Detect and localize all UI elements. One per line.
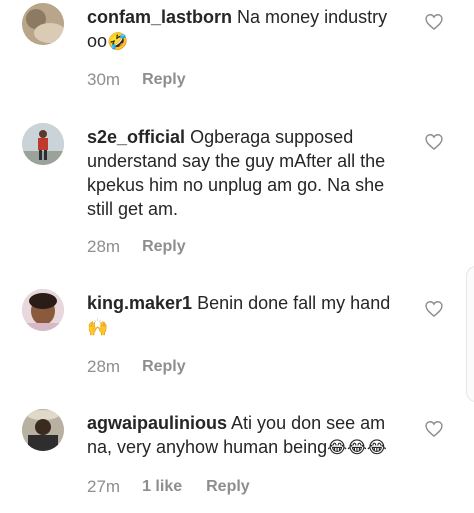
comment-username[interactable]: agwaipaulinious bbox=[87, 413, 227, 433]
comment-emoji: 😂😂😂 bbox=[327, 438, 387, 458]
comment-username[interactable]: s2e_official bbox=[87, 127, 185, 147]
comment-username[interactable]: confam_lastborn bbox=[87, 7, 232, 27]
heart-outline-icon[interactable] bbox=[424, 419, 444, 439]
user-avatar-image bbox=[22, 409, 64, 451]
heart-outline-icon[interactable] bbox=[424, 132, 444, 152]
comment-time: 28m bbox=[87, 237, 121, 256]
reply-button[interactable]: Reply bbox=[142, 238, 186, 256]
comment-time: 30m bbox=[87, 70, 121, 89]
scrollbar[interactable] bbox=[466, 266, 474, 402]
avatar[interactable] bbox=[22, 289, 64, 331]
comment-text: confam_lastborn Na money industry oo🤣 bbox=[87, 5, 405, 54]
comment-text: king.maker1 Benin done fall my hand 🙌 bbox=[87, 291, 405, 340]
reply-button[interactable]: Reply bbox=[142, 71, 186, 89]
reply-button[interactable]: Reply bbox=[206, 478, 250, 496]
comment-time: 27m bbox=[87, 477, 121, 496]
user-avatar-image bbox=[22, 3, 64, 45]
comment-text: agwaipaulinious Ati you don see am na, v… bbox=[87, 411, 405, 460]
avatar[interactable] bbox=[22, 123, 64, 165]
comment-username[interactable]: king.maker1 bbox=[87, 293, 192, 313]
comment-emoji: 🤣 bbox=[107, 32, 129, 52]
avatar[interactable] bbox=[22, 3, 64, 45]
comment-meta: 27m 1 like Reply bbox=[87, 475, 250, 499]
user-avatar-image bbox=[22, 123, 64, 165]
comment-time: 28m bbox=[87, 357, 121, 376]
heart-outline-icon[interactable] bbox=[424, 299, 444, 319]
comment-text: s2e_official Ogberaga supposed understan… bbox=[87, 125, 405, 221]
reply-button[interactable]: Reply bbox=[142, 358, 186, 376]
heart-outline-icon[interactable] bbox=[424, 12, 444, 32]
user-avatar-image bbox=[22, 289, 64, 331]
comment-meta: 28m Reply bbox=[87, 355, 186, 379]
comment-message: Benin done fall my hand bbox=[197, 293, 391, 313]
like-count[interactable]: 1 like bbox=[142, 478, 182, 496]
comment-meta: 30m Reply bbox=[87, 68, 186, 92]
comment-meta: 28m Reply bbox=[87, 235, 186, 259]
avatar[interactable] bbox=[22, 409, 64, 451]
comment-emoji: 🙌 bbox=[87, 318, 109, 338]
